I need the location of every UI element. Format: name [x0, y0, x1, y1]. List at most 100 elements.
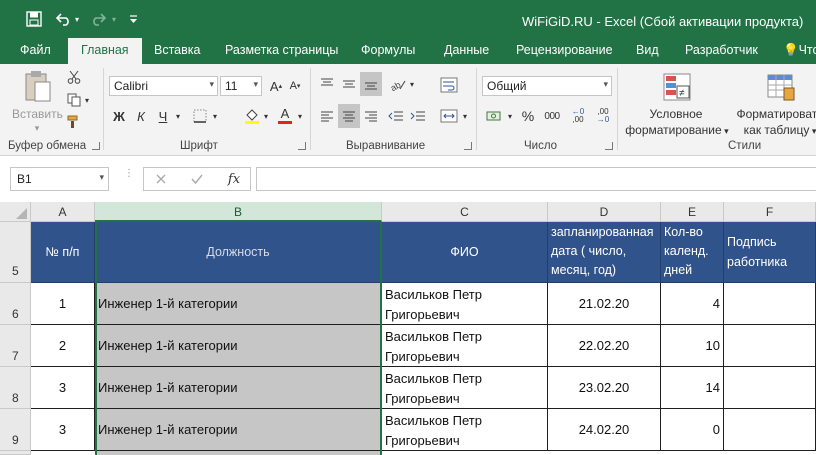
tab-home[interactable]: Главная: [68, 38, 142, 64]
clipboard-launcher-icon[interactable]: [92, 142, 100, 150]
redo-icon[interactable]: [88, 9, 108, 29]
tab-formulas[interactable]: Формулы: [361, 43, 415, 57]
align-center-icon[interactable]: [338, 104, 360, 128]
table-header-number[interactable]: № п/п: [31, 222, 95, 283]
cell-number[interactable]: 1: [31, 283, 95, 325]
copy-dropdown-icon[interactable]: ▾: [83, 94, 91, 106]
wrap-text-icon[interactable]: [438, 74, 460, 96]
bold-button[interactable]: Ж: [110, 106, 128, 126]
column-header-f[interactable]: F: [724, 202, 816, 222]
tab-view[interactable]: Вид: [636, 43, 659, 57]
cell-name[interactable]: Васильков Петр Григорьевич: [382, 367, 548, 409]
font-color-icon[interactable]: А: [276, 104, 294, 126]
number-launcher-icon[interactable]: [605, 142, 613, 150]
number-format-select[interactable]: Общий ▾: [482, 76, 612, 96]
increase-decimal-icon[interactable]: ←0,00: [568, 106, 588, 126]
undo-dropdown-icon[interactable]: ▾: [73, 9, 81, 29]
table-header-signature[interactable]: Подпись работника: [724, 222, 816, 283]
thousands-separator-button[interactable]: 000: [541, 108, 563, 124]
table-format-icon[interactable]: [764, 70, 798, 104]
tab-insert[interactable]: Вставка: [154, 43, 200, 57]
align-bottom-icon[interactable]: [360, 72, 382, 96]
row-header[interactable]: 8: [0, 367, 31, 409]
cell-number[interactable]: 3: [31, 409, 95, 451]
cell-position[interactable]: Инженер 1-й категории: [95, 283, 382, 325]
spreadsheet-grid[interactable]: A B C D E F 5 № п/п Должность ФИО заплан…: [0, 202, 816, 455]
percent-button[interactable]: %: [520, 106, 536, 126]
underline-dropdown-icon[interactable]: ▾: [174, 110, 182, 122]
cell-position[interactable]: [95, 451, 382, 455]
table-header-planned-date[interactable]: запланированная дата ( число, месяц, год…: [548, 222, 661, 283]
cell-signature[interactable]: [724, 367, 816, 409]
copy-icon[interactable]: [65, 91, 83, 109]
currency-icon[interactable]: [484, 106, 506, 126]
cut-icon[interactable]: [65, 68, 83, 86]
cell-number[interactable]: 3: [31, 367, 95, 409]
customize-qat-icon[interactable]: [128, 9, 138, 29]
tab-page-layout[interactable]: Разметка страницы: [225, 43, 338, 57]
row-header[interactable]: 6: [0, 283, 31, 325]
confirm-icon[interactable]: [188, 170, 206, 188]
orientation-icon[interactable]: ab: [388, 74, 408, 94]
decrease-decimal-icon[interactable]: ,00 →0: [593, 106, 613, 126]
tab-data[interactable]: Данные: [444, 43, 489, 57]
font-size-select[interactable]: 11 ▾: [220, 76, 262, 96]
conditional-format-label-1[interactable]: Условное: [630, 106, 722, 122]
fill-color-dropdown-icon[interactable]: ▾: [262, 110, 270, 122]
conditional-format-icon[interactable]: ≠: [660, 70, 694, 104]
align-left-icon[interactable]: [317, 106, 337, 126]
cell-signature[interactable]: [724, 409, 816, 451]
tab-file[interactable]: Файл: [20, 43, 51, 57]
tab-review[interactable]: Рецензирование: [516, 43, 613, 57]
table-header-name[interactable]: ФИО: [382, 222, 548, 283]
insert-function-button[interactable]: fx: [224, 170, 244, 188]
currency-dropdown-icon[interactable]: ▾: [506, 110, 514, 122]
cell-planned-date[interactable]: 22.02.20: [548, 325, 661, 367]
cell-name[interactable]: Васильков Петр Григорьевич: [382, 325, 548, 367]
fill-color-icon[interactable]: [242, 106, 262, 126]
borders-dropdown-icon[interactable]: ▾: [211, 110, 219, 122]
underline-button[interactable]: Ч: [154, 106, 172, 126]
column-header-c[interactable]: C: [382, 202, 548, 222]
cell-signature[interactable]: [724, 325, 816, 367]
orientation-dropdown-icon[interactable]: ▾: [408, 78, 416, 90]
row-header[interactable]: [0, 451, 31, 455]
cell-days[interactable]: 4: [661, 283, 724, 325]
align-top-icon[interactable]: [317, 74, 337, 94]
align-right-icon[interactable]: [361, 106, 381, 126]
increase-indent-icon[interactable]: [408, 106, 428, 126]
cell-planned-date[interactable]: 24.02.20: [548, 409, 661, 451]
cell-position[interactable]: Инженер 1-й категории: [95, 325, 382, 367]
table-format-label-1[interactable]: Форматировать: [732, 106, 816, 122]
name-box[interactable]: B1 ▾: [10, 167, 109, 191]
align-middle-icon[interactable]: [339, 74, 359, 94]
column-header-e[interactable]: E: [661, 202, 724, 222]
conditional-format-label-2[interactable]: форматирование ▾: [624, 122, 730, 139]
table-format-label-2[interactable]: как таблицу ▾: [740, 122, 816, 139]
table-header-days[interactable]: Кол-во календ. дней: [661, 222, 724, 283]
undo-icon[interactable]: [55, 9, 73, 29]
formula-input[interactable]: [256, 167, 816, 191]
save-icon[interactable]: [24, 9, 44, 29]
cell-name[interactable]: Васильков Петр Григорьевич: [382, 283, 548, 325]
table-header-position[interactable]: Должность: [95, 222, 382, 283]
column-header-b[interactable]: B: [95, 202, 382, 222]
increase-font-size-icon[interactable]: A ▴: [268, 76, 284, 96]
select-all-button[interactable]: [0, 202, 31, 222]
cell-signature[interactable]: [724, 283, 816, 325]
format-painter-icon[interactable]: [65, 113, 83, 131]
cell-position[interactable]: Инженер 1-й категории: [95, 367, 382, 409]
decrease-indent-icon[interactable]: [386, 106, 406, 126]
cell-number[interactable]: 2: [31, 325, 95, 367]
column-header-a[interactable]: A: [31, 202, 95, 222]
italic-button[interactable]: К: [132, 106, 150, 126]
font-name-select[interactable]: Calibri ▾: [109, 76, 218, 96]
paste-icon[interactable]: [21, 70, 55, 104]
cell-days[interactable]: 0: [661, 409, 724, 451]
cell-planned-date[interactable]: 21.02.20: [548, 283, 661, 325]
column-header-d[interactable]: D: [548, 202, 661, 222]
tab-developer[interactable]: Разработчик: [685, 43, 758, 57]
cell-name[interactable]: Васильков Петр Григорьевич: [382, 409, 548, 451]
row-header[interactable]: 7: [0, 325, 31, 367]
cell-days[interactable]: 14: [661, 367, 724, 409]
